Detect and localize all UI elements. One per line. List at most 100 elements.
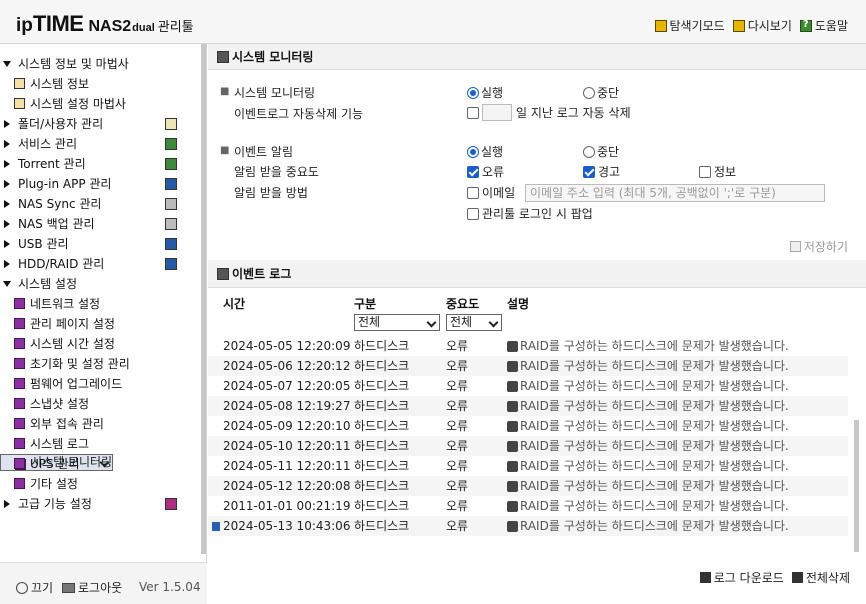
importance-info-checkbox[interactable]: 정보 (699, 163, 736, 180)
new-badge-icon (212, 522, 220, 531)
log-time: 2024-05-08 12:19:27 (223, 399, 351, 413)
log-desc: RAID를 구성하는 하드디스크에 문제가 발생했습니다. (520, 459, 789, 473)
sidebar-item-ups[interactable]: UPS 관리 (0, 454, 207, 474)
sidebar-item-nas-backup[interactable]: NAS 백업 관리 (0, 214, 207, 234)
collapse-arrow-icon (4, 220, 10, 228)
log-category: 하드디스크 (354, 439, 410, 453)
delete-icon (791, 572, 803, 583)
category-filter-select[interactable]: 전체 (354, 314, 440, 331)
sidebar-item-torrent[interactable]: Torrent 관리 (0, 154, 207, 174)
alert-run-radio[interactable]: 실행 (467, 143, 503, 160)
sidebar-item-system-info-wizard[interactable]: 시스템 정보 및 마법사 (0, 54, 207, 74)
sidebar-item-reset-config[interactable]: 초기화 및 설정 관리 (0, 354, 207, 374)
save-button[interactable]: 저장하기 (789, 238, 848, 255)
log-desc: RAID를 구성하는 하드디스크에 문제가 발생했습니다. (520, 399, 789, 413)
logo-nas: NAS2 (88, 18, 132, 35)
autodelete-days-input[interactable] (482, 104, 512, 121)
table-row[interactable]: 2024-05-13 10:43:06 하드디스크 오류 RAID를 구성하는 하드디… (208, 516, 848, 536)
importance-error-checkbox[interactable]: 오류 (467, 163, 504, 180)
email-checkbox[interactable]: 이메일 (467, 184, 515, 201)
table-row[interactable]: 2024-05-07 12:20:05 하드디스크 오류 RAID를 구성하는 하드디… (208, 376, 848, 396)
sidebar-item-firmware[interactable]: 펌웨어 업그레이드 (0, 374, 207, 394)
log-level: 오류 (446, 399, 469, 413)
chart-icon (14, 98, 25, 109)
service-icon (165, 138, 177, 150)
stop-label: 중단 (597, 86, 620, 100)
sidebar-item-label: 시스템 설정 마법사 (30, 97, 126, 111)
disk-icon (507, 360, 518, 372)
log-desc-cell: RAID를 구성하는 하드디스크에 문제가 발생했습니다. (507, 336, 789, 356)
table-row[interactable]: 2024-05-08 12:19:27 하드디스크 오류 RAID를 구성하는 하드디… (208, 396, 848, 416)
refresh-icon (732, 19, 745, 32)
checkbox-off-icon (467, 187, 479, 199)
sidebar-item-label: 시스템 로그 (30, 437, 90, 451)
popup-checkbox[interactable]: 관리툴 로그인 시 팝업 (467, 205, 593, 222)
monitor-stop-radio[interactable]: 중단 (583, 84, 619, 101)
sidebar-item-snapshot[interactable]: 스냅샷 설정 (0, 394, 207, 414)
monitor-run-radio[interactable]: 실행 (467, 84, 503, 101)
sidebar-scrollbar[interactable] (201, 44, 206, 554)
log-level: 오류 (446, 479, 469, 493)
settings-icon (14, 478, 25, 489)
sidebar-item-label: NAS 백업 관리 (18, 217, 95, 231)
log-time: 2024-05-10 12:20:11 (223, 439, 351, 453)
sidebar-item-service[interactable]: 서비스 관리 (0, 134, 207, 154)
sidebar-item-hdd-raid[interactable]: HDD/RAID 관리 (0, 254, 207, 274)
sidebar-item-folder-user[interactable]: 폴더/사용자 관리 (0, 114, 207, 134)
popup-label: 관리툴 로그인 시 팝업 (482, 207, 593, 221)
alert-stop-radio[interactable]: 중단 (583, 143, 619, 160)
sidebar-item-system-time[interactable]: 시스템 시간 설정 (0, 334, 207, 354)
power-off-button[interactable]: 끄기 (16, 579, 53, 596)
autodelete-checkbox[interactable] (467, 107, 479, 119)
sidebar-item-usb[interactable]: USB 관리 (0, 234, 207, 254)
sidebar-item-system-settings[interactable]: 시스템 설정 (0, 274, 207, 294)
collapse-arrow-icon (4, 200, 10, 208)
sidebar-item-label: UPS 관리 (30, 457, 80, 471)
hdd-icon (165, 258, 177, 270)
help-link[interactable]: 도움말 (799, 17, 848, 34)
log-category: 하드디스크 (354, 339, 410, 353)
explorer-mode-link[interactable]: 탐색기모드 (654, 17, 725, 34)
log-download-button[interactable]: 로그 다운로드 (699, 569, 784, 586)
monitor-section-title: 시스템 모니터링 (208, 44, 866, 70)
settings-icon (14, 298, 25, 309)
sidebar-item-network[interactable]: 네트워크 설정 (0, 294, 207, 314)
level-filter-select[interactable]: 전체 (446, 314, 502, 331)
log-desc: RAID를 구성하는 하드디스크에 문제가 발생했습니다. (520, 519, 789, 533)
log-desc-cell: RAID를 구성하는 하드디스크에 문제가 발생했습니다. (507, 376, 789, 396)
method-label: 알림 받을 방법 (234, 186, 308, 200)
sidebar-item-system-info[interactable]: 시스템 정보 (0, 74, 207, 94)
autodelete-suffix: 일 지난 로그 자동 삭제 (516, 106, 631, 120)
logout-button[interactable]: 로그아웃 (62, 579, 122, 596)
download-icon (699, 572, 711, 583)
table-row[interactable]: 2024-05-12 12:20:08 하드디스크 오류 RAID를 구성하는 하드디… (208, 476, 848, 496)
collapse-arrow-icon (4, 120, 10, 128)
sidebar-item-label: USB 관리 (18, 237, 69, 251)
table-row[interactable]: 2024-05-05 12:20:09 하드디스크 오류 RAID를 구성하는 하드디… (208, 336, 848, 356)
settings-icon (14, 438, 25, 449)
sidebar-item-etc[interactable]: 기타 설정 (0, 474, 207, 494)
sidebar-item-nas-sync[interactable]: NAS Sync 관리 (0, 194, 207, 214)
sidebar-item-advanced[interactable]: 고급 기능 설정 (0, 494, 207, 514)
alert-stop-label: 중단 (597, 145, 620, 159)
importance-warning-checkbox[interactable]: 경고 (583, 163, 620, 180)
delete-all-button[interactable]: 전체삭제 (791, 569, 850, 586)
log-level: 오류 (446, 419, 469, 433)
sidebar-item-remote-access[interactable]: 외부 접속 관리 (0, 414, 207, 434)
email-input[interactable]: 이메일 주소 입력 (최대 5개, 공백없이 ';'로 구분) (525, 184, 825, 202)
disk-icon (507, 400, 518, 412)
table-row[interactable]: 2024-05-11 12:20:11 하드디스크 오류 RAID를 구성하는 하드디… (208, 456, 848, 476)
table-row[interactable]: 2011-01-01 00:21:19 하드디스크 오류 RAID를 구성하는 하드디… (208, 496, 848, 516)
eventlog-scrollbar[interactable] (854, 420, 859, 552)
disk-icon (507, 380, 518, 392)
reload-link[interactable]: 다시보기 (732, 17, 792, 34)
sidebar-item-label: 폴더/사용자 관리 (18, 117, 104, 131)
monitor-label: 시스템 모니터링 (234, 86, 316, 100)
table-row[interactable]: 2024-05-09 12:20:10 하드디스크 오류 RAID를 구성하는 하드디… (208, 416, 848, 436)
sidebar-item-admin-page[interactable]: 관리 페이지 설정 (0, 314, 207, 334)
table-row[interactable]: 2024-05-10 12:20:11 하드디스크 오류 RAID를 구성하는 하드디… (208, 436, 848, 456)
table-row[interactable]: 2024-05-06 12:20:12 하드디스크 오류 RAID를 구성하는 하드디… (208, 356, 848, 376)
sidebar-item-setup-wizard[interactable]: 시스템 설정 마법사 (0, 94, 207, 114)
sidebar-item-system-log[interactable]: 시스템 로그 (0, 434, 207, 454)
sidebar-item-plugin-app[interactable]: Plug-in APP 관리 (0, 174, 207, 194)
